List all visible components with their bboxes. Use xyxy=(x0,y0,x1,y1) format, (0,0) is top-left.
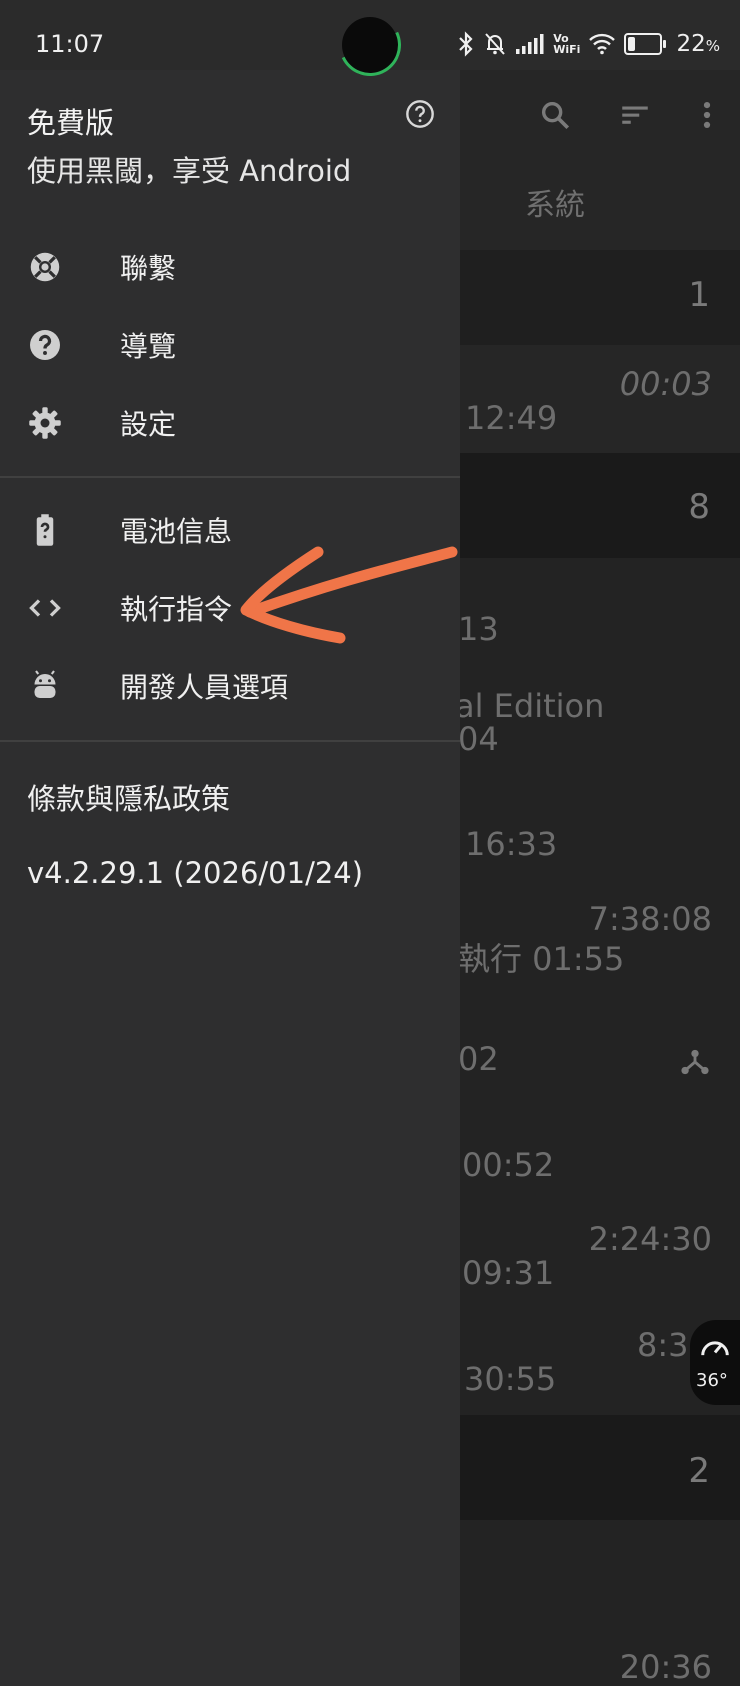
speed-widget[interactable]: 36° xyxy=(690,1320,740,1405)
menu-item-run-command[interactable]: 執行指令 xyxy=(0,569,460,647)
help-circle-icon[interactable] xyxy=(404,98,436,130)
wifi-icon xyxy=(588,33,616,55)
sort-icon[interactable] xyxy=(618,98,652,132)
version-label: v4.2.29.1 (2026/01/24) xyxy=(27,856,364,890)
menu-item-tour[interactable]: 導覽 xyxy=(0,306,460,384)
drawer-header: 免費版 使用黑閾，享受 Android xyxy=(0,70,460,210)
battery-percent: 22% xyxy=(676,31,720,57)
battery-unknown-icon xyxy=(27,512,63,548)
bluetooth-icon xyxy=(457,31,475,57)
camera-cutout xyxy=(330,5,410,85)
drawer-divider xyxy=(0,740,460,742)
gear-icon xyxy=(27,405,63,441)
menu-item-settings[interactable]: 設定 xyxy=(0,384,460,462)
edition-subtitle: 使用黑閾，享受 Android xyxy=(27,154,352,188)
search-icon[interactable] xyxy=(538,98,572,132)
edition-title: 免費版 xyxy=(27,106,115,140)
navigation-drawer: 免費版 使用黑閾，享受 Android 聯繫 導覽 設定 電池信息 執行指令 開… xyxy=(0,0,460,1686)
widget-temperature: 36° xyxy=(696,1370,728,1391)
more-vert-icon[interactable] xyxy=(690,98,724,132)
signal-icon xyxy=(515,32,545,56)
terms-privacy-link[interactable]: 條款與隱私政策 xyxy=(27,776,230,818)
share-node-icon[interactable] xyxy=(678,1045,712,1083)
tab-system[interactable]: 系統 xyxy=(525,180,585,224)
vowifi-indicator: Vo WiFi xyxy=(553,32,581,56)
menu-item-developer-options[interactable]: 開發人員選項 xyxy=(0,647,460,725)
menu-item-contact[interactable]: 聯繫 xyxy=(0,228,460,306)
status-time: 11:07 xyxy=(35,30,105,58)
drawer-divider xyxy=(0,476,460,478)
question-icon xyxy=(27,327,63,363)
android-icon xyxy=(27,668,63,704)
lifebuoy-icon xyxy=(27,249,63,285)
status-icons: Vo WiFi 22% xyxy=(457,28,720,60)
battery-icon xyxy=(624,33,667,55)
status-bar: 11:07 Vo WiFi 22% xyxy=(0,0,740,85)
code-icon xyxy=(27,590,63,626)
speedometer-icon xyxy=(698,1332,732,1366)
mute-bell-icon xyxy=(483,31,507,57)
menu-item-battery-info[interactable]: 電池信息 xyxy=(0,491,460,569)
